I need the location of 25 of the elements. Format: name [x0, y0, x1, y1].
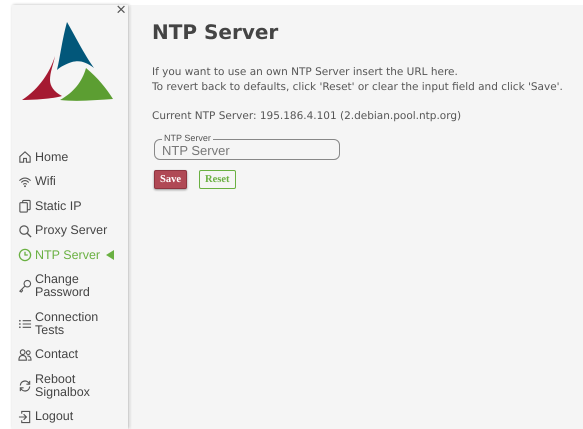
- key-icon: [18, 279, 32, 294]
- save-button[interactable]: Save: [154, 170, 187, 189]
- logo-icon: [22, 22, 114, 104]
- home-icon: [18, 150, 32, 164]
- sidebar-item[interactable]: Connection Tests: [35, 310, 115, 337]
- sidebar-item[interactable]: Contact: [35, 348, 115, 362]
- sidebar-item[interactable]: Reboot Signalbox: [35, 372, 115, 399]
- wifi-icon: [18, 174, 32, 189]
- people-icon: [18, 348, 32, 362]
- refresh-icon: [18, 378, 32, 393]
- sidebar-item[interactable]: Logout: [35, 410, 115, 424]
- close-button[interactable]: ×: [116, 1, 126, 19]
- sidebar-item[interactable]: Wifi: [35, 175, 115, 188]
- instructions-text: If you want to use an own NTP Server insert the URL here. To revert back to defaults, click 'Reset' or clear the input field and click 'Save'.: [152, 65, 564, 95]
- page-title: NTP Server: [152, 20, 280, 44]
- logout-icon: [18, 410, 32, 424]
- sidebar-item[interactable]: Static IP: [35, 200, 115, 213]
- sidebar-item[interactable]: Change Password: [35, 273, 115, 300]
- sidebar-item[interactable]: Proxy Server: [35, 224, 115, 238]
- clock-icon: [18, 248, 32, 262]
- current-page-marker-icon: [106, 250, 114, 260]
- current-server-text: Current NTP Server: 195.186.4.101 (2.debian.pool.ntp.org): [152, 110, 462, 122]
- sidebar-item[interactable]: Home: [35, 150, 115, 164]
- field-label: NTP Server: [162, 134, 213, 143]
- search-icon: [18, 224, 32, 238]
